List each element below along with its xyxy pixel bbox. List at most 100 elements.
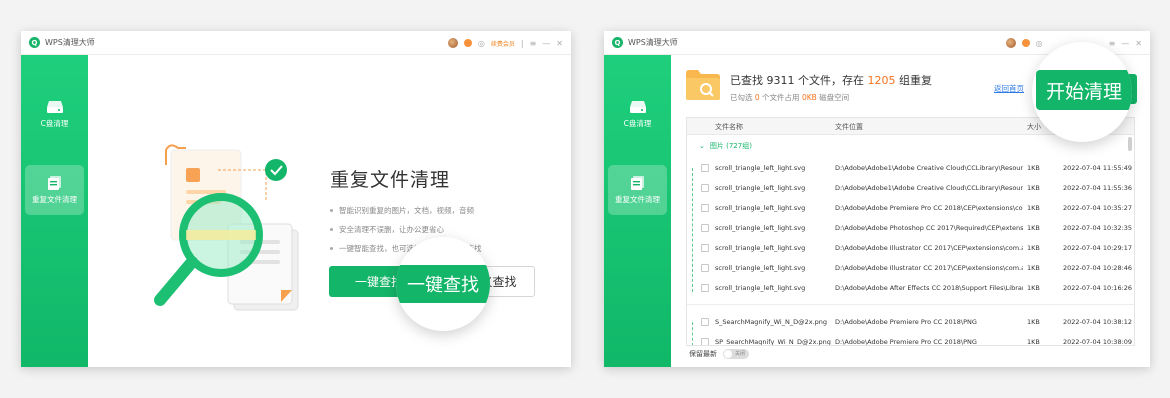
file-path: D:\Adobe\Adobe After Effects CC 2018\Sup… bbox=[835, 284, 1023, 292]
avatar[interactable] bbox=[1005, 38, 1016, 48]
duplicate-files-icon bbox=[630, 175, 644, 190]
file-size: 1KB bbox=[1027, 164, 1040, 172]
renew-vip-link[interactable]: 续费会员 bbox=[491, 39, 515, 48]
table-row[interactable]: scroll_triangle_left_light.svg D:\Adobe\A… bbox=[687, 238, 1134, 258]
file-size: 1KB bbox=[1027, 284, 1040, 292]
file-name: scroll_triangle_left_light.svg bbox=[715, 244, 806, 252]
sidebar-item-duplicate-clean[interactable]: 重复文件清理 bbox=[608, 165, 667, 215]
file-name: scroll_triangle_left_light.svg bbox=[715, 164, 806, 172]
table-row[interactable]: scroll_triangle_left_light.svg D:\Adobe\A… bbox=[687, 218, 1134, 238]
row-checkbox[interactable] bbox=[701, 224, 709, 232]
summary-text: 磁盘空间 bbox=[816, 93, 850, 102]
app-title: WPS清理大师 bbox=[628, 38, 678, 47]
file-time: 2022-07-04 11:55:36 bbox=[1063, 184, 1133, 192]
footer: 保留最新 关闭 bbox=[689, 349, 749, 359]
start-clean-button-zoomed[interactable]: 开始清理 bbox=[1036, 70, 1132, 110]
file-name: scroll_triangle_left_light.svg bbox=[715, 224, 806, 232]
group-divider bbox=[687, 304, 1134, 305]
sidebar-item-c-disk-clean[interactable]: C盘清理 bbox=[25, 89, 84, 139]
app-title: WPS清理大师 bbox=[45, 38, 95, 47]
group-label: 图片 (727组) bbox=[709, 142, 752, 150]
summary-text: 已勾选 bbox=[730, 93, 755, 102]
minimize-icon[interactable]: — bbox=[1121, 39, 1129, 48]
sidebar-item-label: 重复文件清理 bbox=[32, 194, 77, 204]
table-row[interactable]: scroll_triangle_left_light.svg D:\Adobe\A… bbox=[687, 158, 1134, 178]
file-size: 1KB bbox=[1027, 264, 1040, 272]
titlebar: Q WPS清理大师 ◎ 续费会员 | ≡ — ✕ bbox=[21, 31, 571, 55]
scan-summary: 已查找 9311 个文件，存在 1205 组重复 bbox=[730, 72, 932, 88]
file-time: 2022-07-04 10:28:46 bbox=[1063, 264, 1133, 272]
table-row[interactable]: scroll_triangle_left_light.svg D:\Adobe\A… bbox=[687, 178, 1134, 198]
back-to-home-link[interactable]: 返回首页 bbox=[994, 83, 1024, 94]
sidebar-item-duplicate-clean[interactable]: 重复文件清理 bbox=[25, 165, 84, 215]
sidebar-item-label: 重复文件清理 bbox=[615, 194, 660, 204]
file-time: 2022-07-04 10:38:09 bbox=[1063, 338, 1133, 346]
page-title: 重复文件清理 bbox=[330, 169, 451, 191]
app-logo-icon: Q bbox=[29, 37, 40, 48]
close-icon[interactable]: ✕ bbox=[1135, 39, 1142, 48]
selection-summary: 已勾选 0 个文件占用 0KB 磁盘空间 bbox=[730, 92, 849, 103]
magnifier-lens: 开始清理 bbox=[1032, 42, 1132, 142]
file-name: scroll_triangle_left_light.svg bbox=[715, 264, 806, 272]
disk-icon bbox=[629, 100, 646, 113]
avatar[interactable] bbox=[447, 38, 458, 48]
keep-newest-label: 保留最新 bbox=[689, 350, 717, 358]
table-row[interactable]: S_SearchMagnify_Wi_N_D@2x.png D:\Adobe\Ad… bbox=[687, 312, 1134, 332]
minimize-icon[interactable]: — bbox=[542, 39, 550, 48]
file-name: scroll_triangle_left_light.svg bbox=[715, 204, 806, 212]
row-checkbox[interactable] bbox=[701, 184, 709, 192]
table-row[interactable]: scroll_triangle_left_light.svg D:\Adobe\A… bbox=[687, 198, 1134, 218]
feature-item: 安全清理不误删，让办公更省心 bbox=[330, 220, 482, 239]
magnifier-lens: 一键查找 bbox=[396, 237, 490, 331]
disk-icon bbox=[46, 100, 63, 113]
one-click-search-button-zoomed[interactable]: 一键查找 bbox=[396, 265, 490, 303]
column-header-location[interactable]: 文件位置 bbox=[835, 122, 863, 132]
info-icon[interactable]: ◎ bbox=[478, 39, 485, 48]
hamburger-icon[interactable]: ≡ bbox=[1109, 39, 1116, 48]
hamburger-icon[interactable]: ≡ bbox=[530, 39, 537, 48]
row-checkbox[interactable] bbox=[701, 318, 709, 326]
keep-newest-toggle[interactable]: 关闭 bbox=[723, 349, 749, 359]
row-checkbox[interactable] bbox=[701, 244, 709, 252]
sidebar: C盘清理 重复文件清理 bbox=[604, 55, 671, 367]
row-checkbox[interactable] bbox=[701, 284, 709, 292]
app-logo-icon: Q bbox=[612, 37, 623, 48]
file-path: D:\Adobe\Adobe Premiere Pro CC 2018\PNG bbox=[835, 318, 977, 326]
row-checkbox[interactable] bbox=[701, 204, 709, 212]
duplicate-files-icon bbox=[47, 175, 61, 190]
file-size: 1KB bbox=[1027, 318, 1040, 326]
duplicate-files-table: 文件名称 文件位置 大小 ⌄ 图片 (727组) scroll_triangle_… bbox=[686, 117, 1135, 346]
table-row[interactable]: scroll_triangle_left_light.svg D:\Adobe\A… bbox=[687, 258, 1134, 278]
file-path: D:\Adobe\Adobe Photoshop CC 2017\Require… bbox=[835, 224, 1023, 232]
group-header-images[interactable]: ⌄ 图片 (727组) bbox=[687, 138, 1134, 154]
vip-badge-icon bbox=[463, 39, 472, 47]
file-size: 1KB bbox=[1027, 184, 1040, 192]
duplicate-group-count: 1205 bbox=[867, 74, 896, 87]
sidebar-item-label: C盘清理 bbox=[40, 118, 69, 128]
info-icon[interactable]: ◎ bbox=[1036, 39, 1043, 48]
file-time: 2022-07-04 11:55:49 bbox=[1063, 164, 1133, 172]
file-name: scroll_triangle_left_light.svg bbox=[715, 284, 806, 292]
close-icon[interactable]: ✕ bbox=[556, 39, 563, 48]
file-time: 2022-07-04 10:29:17 bbox=[1063, 244, 1133, 252]
file-time: 2022-07-04 10:35:27 bbox=[1063, 204, 1133, 212]
toggle-state-label: 关闭 bbox=[735, 351, 746, 357]
table-row[interactable]: SP_SearchMagnify_Wi_N_D@2x.png D:\Adobe\A… bbox=[687, 332, 1134, 346]
file-path: D:\Adobe\Adobe Premiere Pro CC 2018\CEP\… bbox=[835, 204, 1023, 212]
file-path: D:\Adobe\Adobe Premiere Pro CC 2018\PNG bbox=[835, 338, 977, 346]
vip-badge-icon bbox=[1021, 39, 1030, 47]
column-header-name[interactable]: 文件名称 bbox=[715, 122, 743, 132]
summary-text: 组重复 bbox=[895, 74, 932, 87]
file-path: D:\Adobe\Adobe1\Adobe Creative Cloud\CCL… bbox=[835, 164, 1023, 172]
row-checkbox[interactable] bbox=[701, 164, 709, 172]
sidebar-item-c-disk-clean[interactable]: C盘清理 bbox=[608, 89, 667, 139]
chevron-down-icon: ⌄ bbox=[699, 142, 705, 150]
row-checkbox[interactable] bbox=[701, 338, 709, 345]
wps-cleaner-window-home: Q WPS清理大师 ◎ 续费会员 | ≡ — ✕ C盘清理 重复文件清理 重复文… bbox=[21, 31, 571, 367]
file-time: 2022-07-04 10:16:26 bbox=[1063, 284, 1133, 292]
column-header-size[interactable]: 大小 bbox=[1027, 122, 1041, 132]
file-size: 1KB bbox=[1027, 338, 1040, 346]
row-checkbox[interactable] bbox=[701, 264, 709, 272]
table-row[interactable]: scroll_triangle_left_light.svg D:\Adobe\A… bbox=[687, 278, 1134, 298]
file-path: D:\Adobe\Adobe Illustrator CC 2017\CEP\e… bbox=[835, 244, 1023, 252]
